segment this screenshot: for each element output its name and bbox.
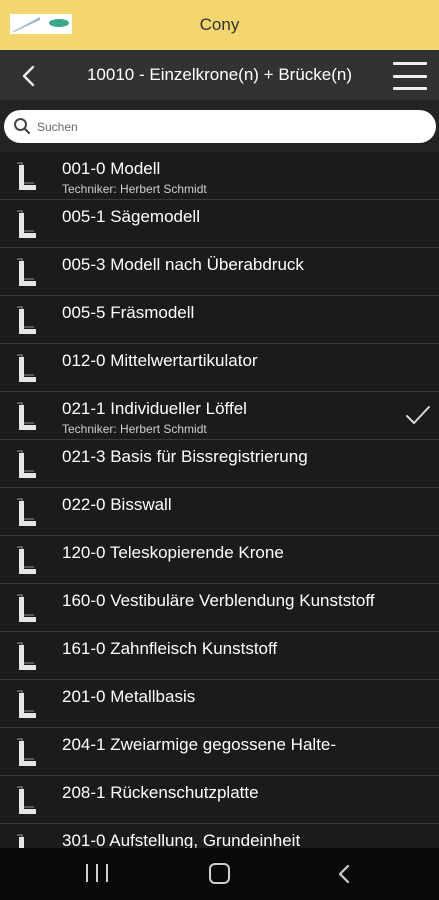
l-letter-icon: [17, 162, 36, 190]
recent-apps-icon[interactable]: [86, 864, 108, 884]
list-item-title: 005-1 Sägemodell: [62, 207, 200, 226]
l-letter-icon: [17, 786, 36, 814]
hamburger-menu-icon: [393, 62, 427, 65]
l-letter-icon: [17, 738, 36, 766]
list-item[interactable]: 022-0 Bisswall: [0, 488, 439, 536]
list-item[interactable]: 301-0 Aufstellung, Grundeinheit: [0, 824, 439, 848]
l-letter-icon: [17, 546, 36, 574]
list-item-title: 012-0 Mittelwertartikulator: [62, 351, 258, 370]
search-input[interactable]: [37, 110, 417, 143]
list-item[interactable]: 120-0 Teleskopierende Krone: [0, 536, 439, 584]
search-bar: [0, 100, 439, 152]
list-item-title: 022-0 Bisswall: [62, 495, 172, 514]
l-letter-icon: [17, 498, 36, 526]
app-bar: Cony: [0, 0, 439, 50]
list-item[interactable]: 012-0 Mittelwertartikulator: [0, 344, 439, 392]
list-item-title: 161-0 Zahnfleisch Kunststoff: [62, 639, 278, 658]
list-item[interactable]: 005-5 Fräsmodell: [0, 296, 439, 344]
search-box[interactable]: [4, 110, 436, 143]
list-item[interactable]: 021-3 Basis für Bissregistrierung: [0, 440, 439, 488]
l-letter-icon: [17, 642, 36, 670]
nav-back-icon[interactable]: [333, 863, 355, 885]
system-nav-bar: [0, 848, 439, 900]
list-item-title: 001-0 Modell: [62, 159, 161, 178]
page-title: 10010 - Einzelkrone(n) + Brücke(n): [86, 65, 353, 84]
list-item[interactable]: 021-1 Individueller Löffel Techniker: Her…: [0, 392, 439, 440]
l-letter-icon: [17, 258, 36, 286]
list-item[interactable]: 001-0 Modell Techniker: Herbert Schmidt: [0, 152, 439, 200]
list-item-title: 160-0 Vestibuläre Verblendung Kunststoff: [62, 591, 375, 610]
home-icon[interactable]: [209, 863, 230, 884]
back-button[interactable]: [14, 61, 44, 91]
list-item-title: 120-0 Teleskopierende Krone: [62, 543, 284, 562]
list-item[interactable]: 208-1 Rückenschutzplatte: [0, 776, 439, 824]
list-item-title: 208-1 Rückenschutzplatte: [62, 783, 259, 802]
l-letter-icon: [17, 354, 36, 382]
list-item-subtitle: Techniker: Herbert Schmidt: [62, 182, 207, 196]
l-letter-icon: [17, 306, 36, 334]
toolbar: 10010 - Einzelkrone(n) + Brücke(n): [0, 50, 439, 100]
list-item-title: 005-5 Fräsmodell: [62, 303, 195, 322]
list-item-title: 201-0 Metallbasis: [62, 687, 196, 706]
checkmark-icon: [406, 406, 430, 424]
l-letter-icon: [17, 690, 36, 718]
item-list: 001-0 Modell Techniker: Herbert Schmidt 00…: [0, 152, 439, 848]
l-letter-icon: [17, 834, 24, 848]
list-item[interactable]: 005-1 Sägemodell: [0, 200, 439, 248]
l-letter-icon: [17, 402, 36, 430]
menu-button[interactable]: [393, 62, 427, 90]
list-item-title: 021-3 Basis für Bissregistrierung: [62, 447, 308, 466]
search-icon: [14, 118, 31, 135]
list-item-title: 021-1 Individueller Löffel: [62, 399, 247, 418]
list-item[interactable]: 161-0 Zahnfleisch Kunststoff: [0, 632, 439, 680]
list-item[interactable]: 204-1 Zweiarmige gegossene Halte-: [0, 728, 439, 776]
app-title: Cony: [199, 15, 240, 34]
list-item-title: 204-1 Zweiarmige gegossene Halte-: [62, 735, 337, 754]
list-item-title: 301-0 Aufstellung, Grundeinheit: [62, 831, 301, 848]
list-item-subtitle: Techniker: Herbert Schmidt: [62, 422, 207, 436]
l-letter-icon: [17, 450, 36, 478]
list-item-title: 005-3 Modell nach Überabdruck: [62, 255, 304, 274]
list-item[interactable]: 160-0 Vestibuläre Verblendung Kunststoff: [0, 584, 439, 632]
l-letter-icon: [17, 210, 36, 238]
chevron-left-icon: [22, 65, 35, 87]
list-item[interactable]: 201-0 Metallbasis: [0, 680, 439, 728]
l-letter-icon: [17, 594, 36, 622]
list-item[interactable]: 005-3 Modell nach Überabdruck: [0, 248, 439, 296]
